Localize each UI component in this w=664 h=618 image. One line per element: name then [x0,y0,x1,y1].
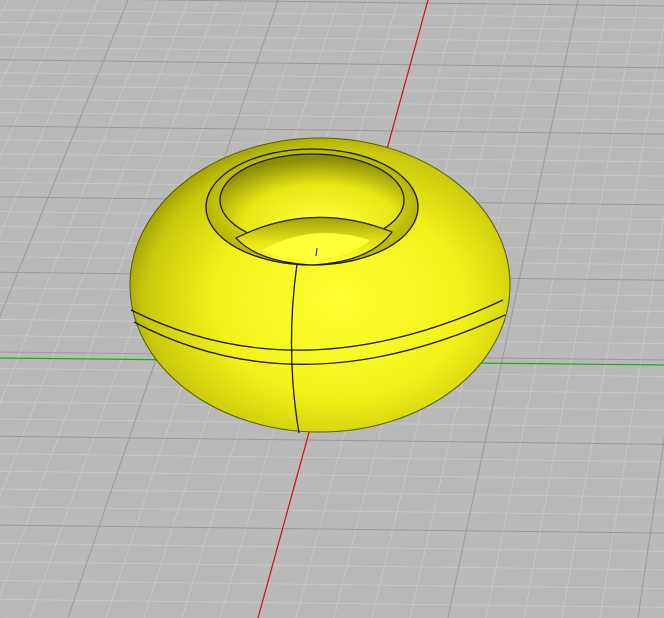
grid-line [637,435,664,618]
grid-line [0,34,664,43]
grid-line [0,543,664,552]
grid-line [0,125,664,135]
grid-line [0,524,664,534]
3d-viewport[interactable] [0,0,664,618]
grid-line [0,72,664,82]
grid-line [0,46,664,56]
grid-line [0,453,664,463]
grid-line [0,9,664,19]
grid-line [599,211,664,618]
grid-line [124,0,664,7]
grid-line [0,85,664,95]
3d-scene[interactable] [0,0,664,618]
torus-model[interactable] [129,137,511,434]
grid-line [0,470,664,480]
grid-line [0,561,664,571]
grid-line [0,580,664,589]
grid-line [0,435,664,445]
grid-line [0,21,664,31]
grid-line [0,98,664,108]
grid-line [0,488,664,498]
grid-line [0,506,664,516]
